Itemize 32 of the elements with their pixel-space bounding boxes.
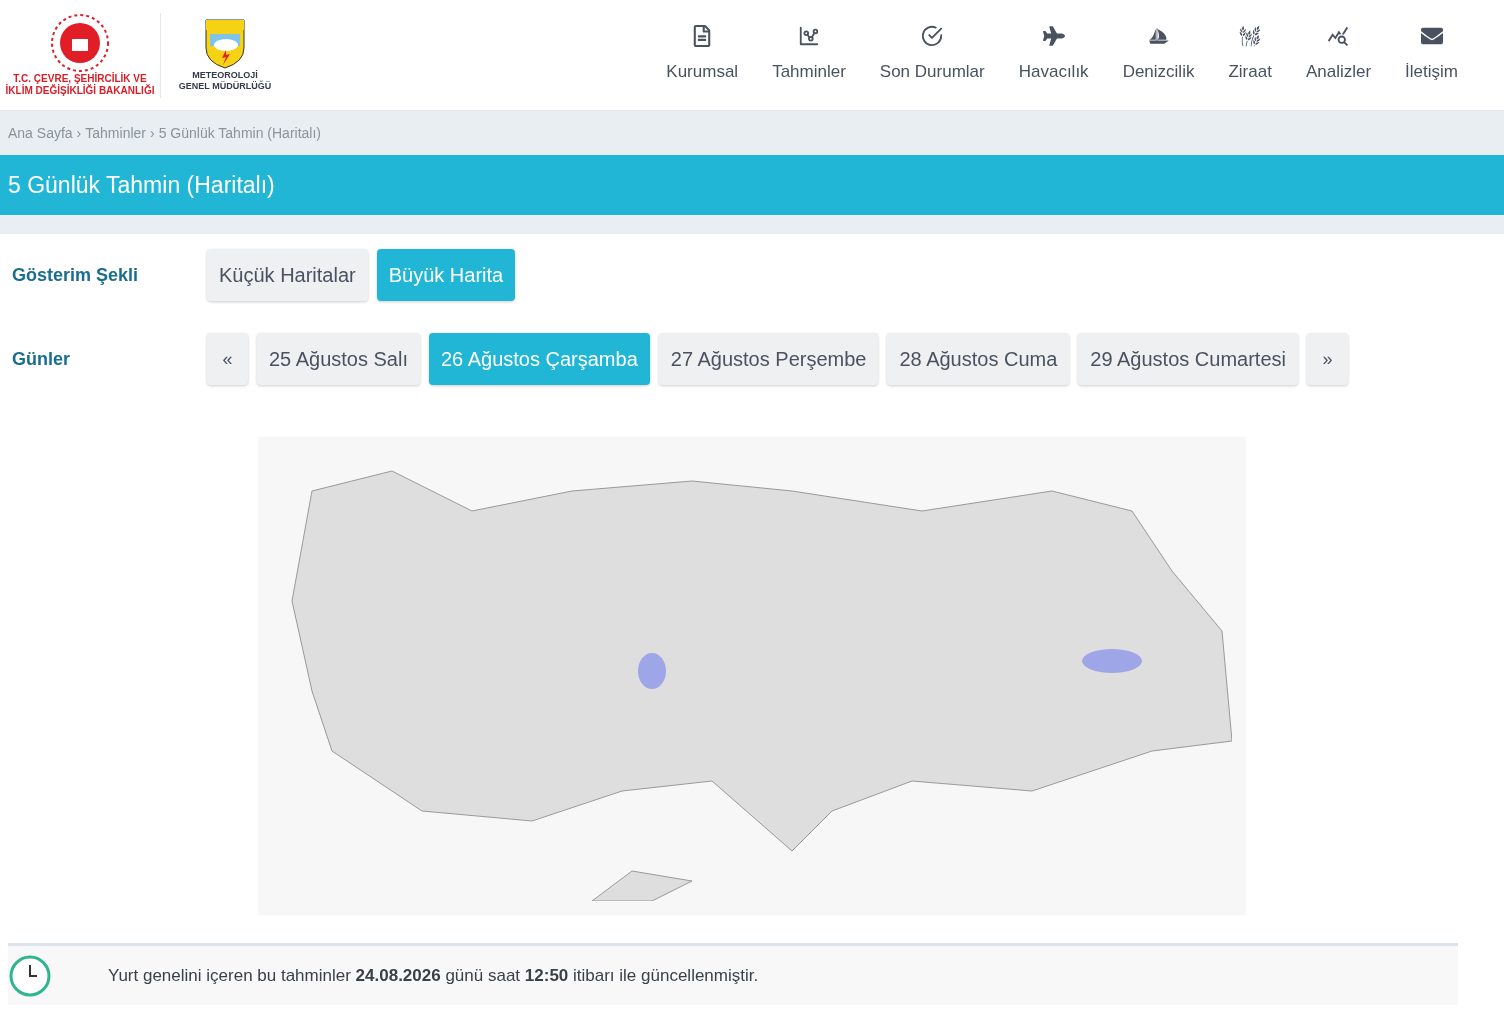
day-tab[interactable]: 29 Ağustos Cumartesi [1078,333,1298,385]
wheat-icon [1239,25,1262,48]
nav-link[interactable]: Kurumsal [666,25,739,85]
nav-link[interactable]: İletişim [1405,25,1458,85]
nav-link[interactable]: Havacılık [1018,25,1089,85]
display-mode-button[interactable]: Küçük Haritalar [207,249,368,301]
ministry-emblem-icon [50,13,110,73]
nav-link[interactable]: Analizler [1305,25,1372,85]
days-label: Günler [11,347,71,371]
shield-logo-icon [204,18,246,70]
nav-link[interactable]: Denizcilik [1122,25,1195,85]
mgm-name: GENEL MÜDÜRLÜĞÜ [178,81,272,92]
analysis-icon [1327,25,1350,48]
airplane-icon [1042,25,1065,48]
day-tab[interactable]: 25 Ağustos Salı [257,333,420,385]
next-button[interactable]: » [1307,333,1348,385]
breadcrumb-separator: › [76,123,82,143]
previous-button[interactable]: « [207,333,248,385]
day-tab[interactable]: 27 Ağustos Perşembe [658,333,879,385]
mgm-name: METEOROLOJİ [192,70,258,80]
display-mode-label: Gösterim Şekli [11,263,140,287]
nav-link[interactable]: Son Durumlar [879,25,985,85]
nav-link[interactable]: Tahminler [772,25,846,85]
check-circle-icon [921,25,944,48]
breadcrumb-separator: › [150,123,155,143]
line-chart-icon [797,25,820,48]
ministry-name: İKLİM DEĞİŞİKLİĞİ BAKANLIĞI [5,85,155,97]
day-tab[interactable]: 28 Ağustos Cuma [887,333,1070,385]
nav-link[interactable]: Ziraat [1228,25,1272,85]
page-title: 5 Günlük Tahmin (Haritalı) [8,170,275,200]
update-text: Yurt genelini içeren bu tahminler 24.08.2026 günü saat 12:50 itibarı ile güncellenmiştir. [108,964,759,987]
ministry-name: T.C. ÇEVRE, ŞEHİRCİLİK VE [13,73,147,85]
